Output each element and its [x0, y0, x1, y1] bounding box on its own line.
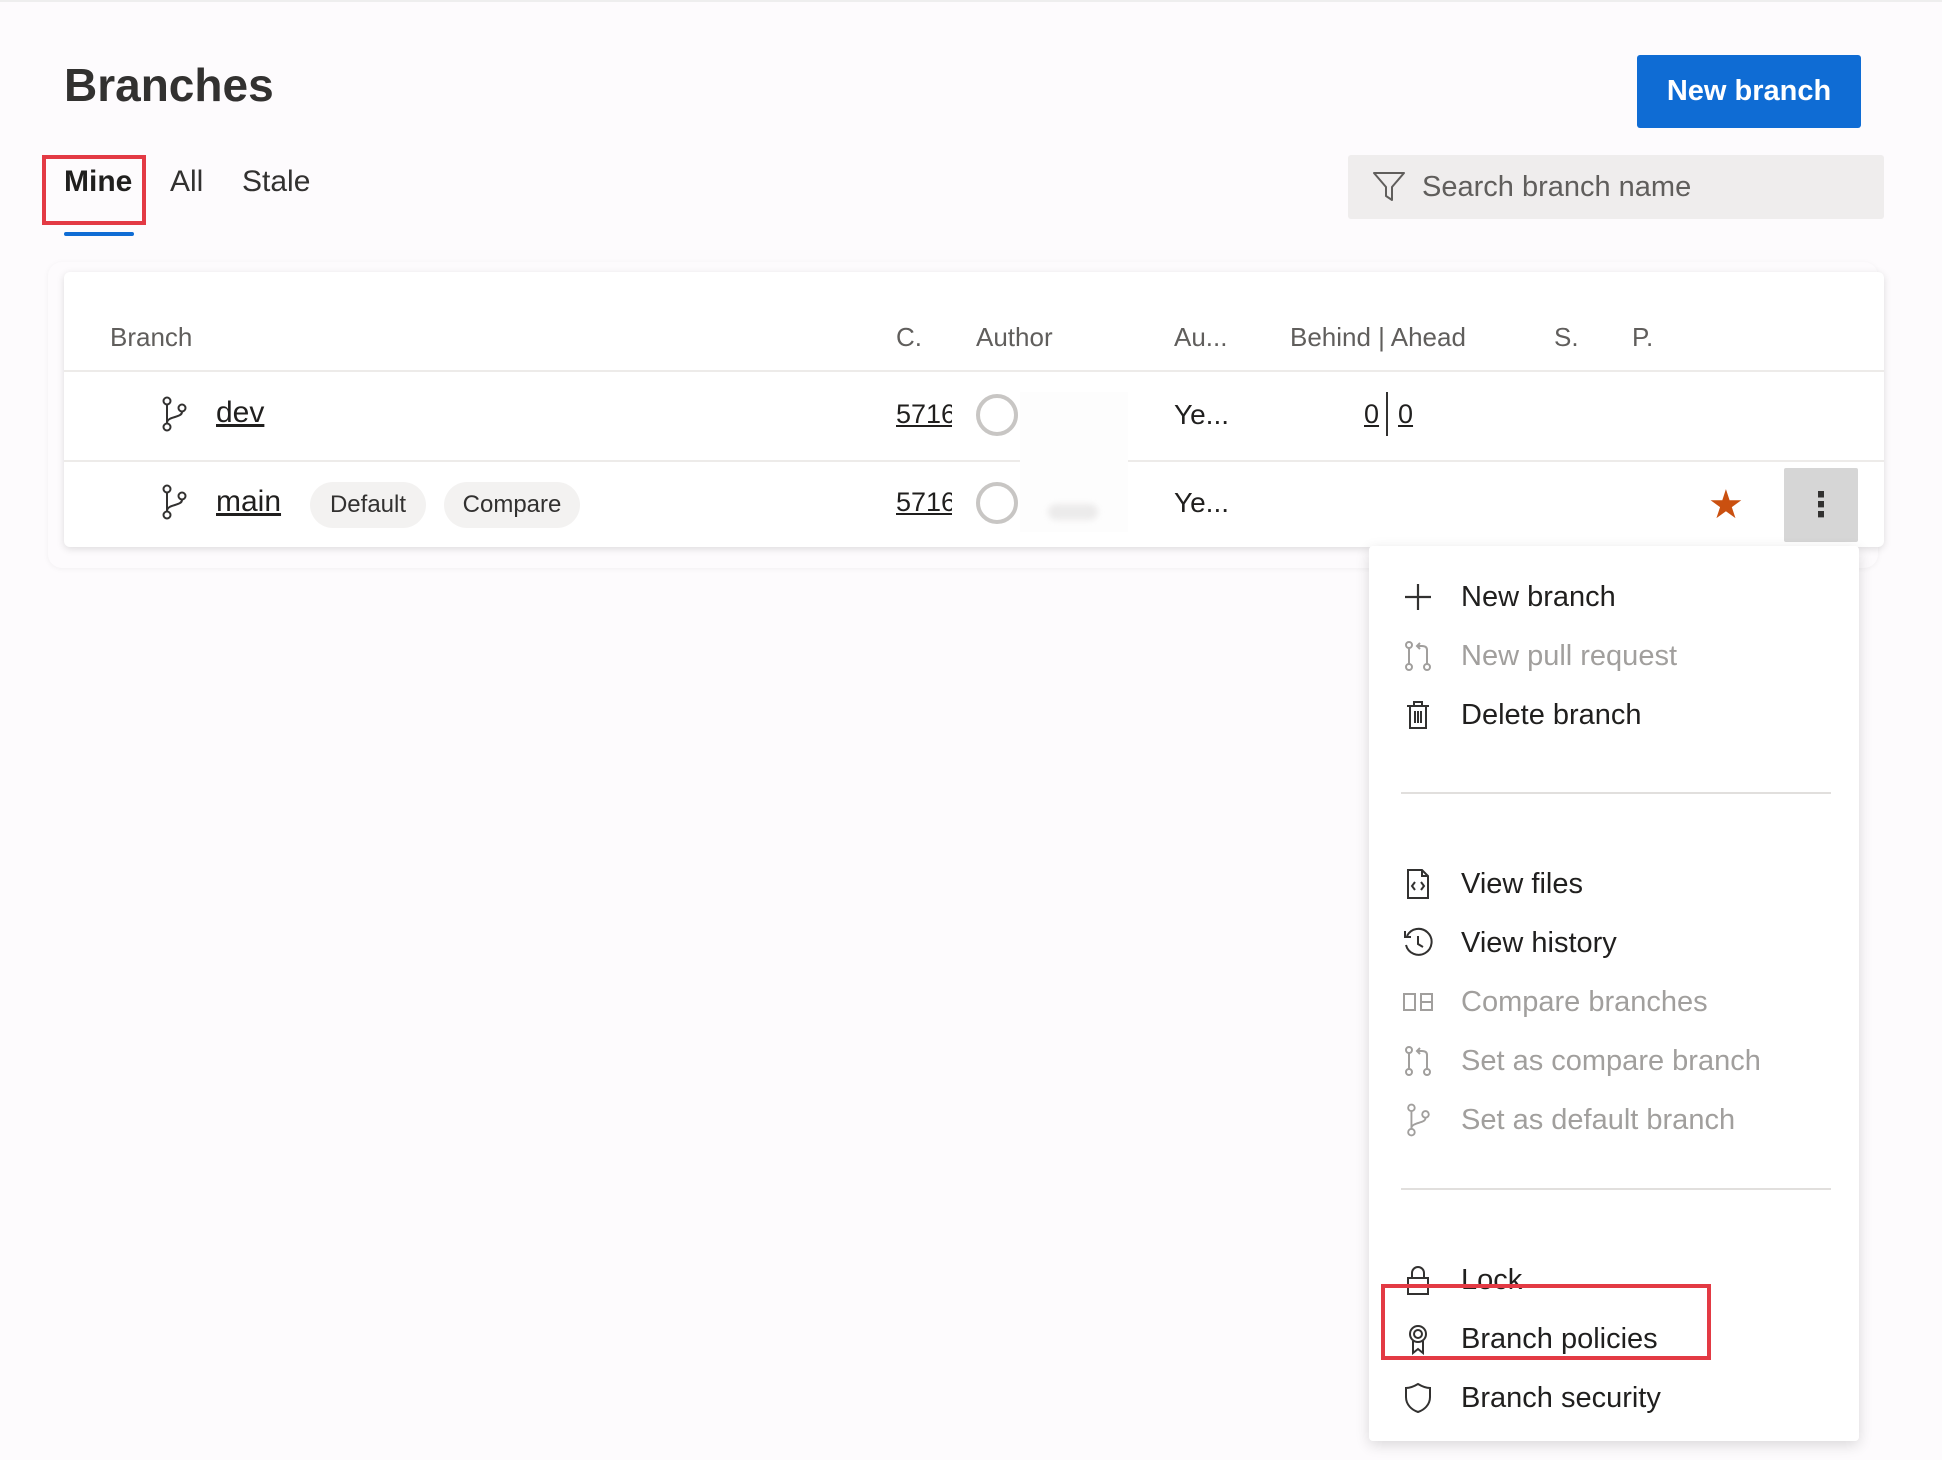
commit-link[interactable]: 5716 — [896, 487, 952, 518]
redacted-author-name — [1020, 392, 1128, 532]
more-options-button[interactable]: ⋮ — [1784, 468, 1858, 542]
shield-icon — [1401, 1381, 1435, 1415]
favorite-star-icon[interactable]: ★ — [1708, 485, 1744, 525]
branch-icon — [1401, 1103, 1435, 1137]
code-file-icon — [1401, 867, 1435, 901]
search-box[interactable] — [1348, 155, 1884, 219]
header-divider — [64, 370, 1884, 372]
menu-divider — [1401, 1188, 1831, 1190]
highlight-box-mine — [42, 155, 146, 225]
menu-item-set-compare-branch[interactable]: Set as compare branch — [1369, 1032, 1859, 1090]
menu-item-label: View files — [1461, 867, 1583, 900]
branch-icon — [162, 396, 187, 432]
tab-stale[interactable]: Stale — [242, 165, 310, 199]
row-divider — [64, 460, 1884, 462]
authored-date: Ye... — [1174, 399, 1230, 430]
menu-item-compare-branches[interactable]: Compare branches — [1369, 973, 1859, 1031]
behind-ahead-divider — [1386, 392, 1388, 436]
ahead-count[interactable]: 0 — [1398, 399, 1413, 430]
commit-link[interactable]: 5716 — [896, 399, 952, 430]
menu-divider — [1401, 792, 1831, 794]
menu-item-label: View history — [1461, 926, 1617, 959]
col-header-author[interactable]: Author — [976, 322, 1053, 353]
branch-link-dev[interactable]: dev — [216, 396, 264, 430]
menu-item-label: Branch security — [1461, 1381, 1661, 1414]
col-header-branch[interactable]: Branch — [110, 322, 192, 353]
compare-badge: Compare — [444, 482, 580, 528]
col-header-behind-ahead[interactable]: Behind | Ahead — [1290, 322, 1466, 353]
branch-link-main[interactable]: main — [216, 485, 281, 519]
new-branch-button[interactable]: New branch — [1637, 55, 1861, 128]
behind-count[interactable]: 0 — [1364, 399, 1379, 430]
menu-item-label: Set as compare branch — [1461, 1044, 1761, 1077]
top-divider — [0, 0, 1942, 2]
trash-icon — [1401, 698, 1435, 732]
menu-item-label: Compare branches — [1461, 985, 1708, 1018]
default-badge: Default — [310, 482, 426, 528]
active-tab-indicator — [64, 232, 134, 236]
col-header-pull-request[interactable]: P. — [1632, 322, 1653, 353]
filter-icon — [1373, 172, 1405, 201]
plus-icon — [1401, 580, 1435, 614]
menu-item-label: New pull request — [1461, 639, 1677, 672]
compare-icon — [1401, 985, 1435, 1019]
search-input[interactable] — [1422, 170, 1842, 204]
menu-item-label: Delete branch — [1461, 698, 1642, 731]
menu-item-view-history[interactable]: View history — [1369, 914, 1859, 972]
col-header-status[interactable]: S. — [1554, 322, 1579, 353]
tab-all[interactable]: All — [170, 165, 203, 199]
col-header-authored-date[interactable]: Au... — [1174, 322, 1227, 353]
avatar — [976, 482, 1018, 524]
menu-item-new-branch[interactable]: New branch — [1369, 568, 1859, 626]
menu-item-view-files[interactable]: View files — [1369, 855, 1859, 913]
avatar — [976, 394, 1018, 436]
pull-request-icon — [1401, 639, 1435, 673]
highlight-box-branch-policies — [1381, 1284, 1711, 1360]
history-icon — [1401, 926, 1435, 960]
menu-item-label: New branch — [1461, 580, 1616, 613]
branch-icon — [162, 484, 187, 520]
menu-item-delete-branch[interactable]: Delete branch — [1369, 686, 1859, 744]
col-header-commit[interactable]: C. — [896, 322, 922, 353]
menu-item-new-pull-request[interactable]: New pull request — [1369, 627, 1859, 685]
pull-request-icon — [1401, 1044, 1435, 1078]
menu-item-branch-security[interactable]: Branch security — [1369, 1369, 1859, 1427]
page-title: Branches — [64, 59, 274, 111]
branches-table: Branch C. Author Au... Behind | Ahead S.… — [64, 272, 1884, 547]
menu-item-set-default-branch[interactable]: Set as default branch — [1369, 1091, 1859, 1149]
authored-date: Ye... — [1174, 487, 1230, 518]
menu-item-label: Set as default branch — [1461, 1103, 1736, 1136]
